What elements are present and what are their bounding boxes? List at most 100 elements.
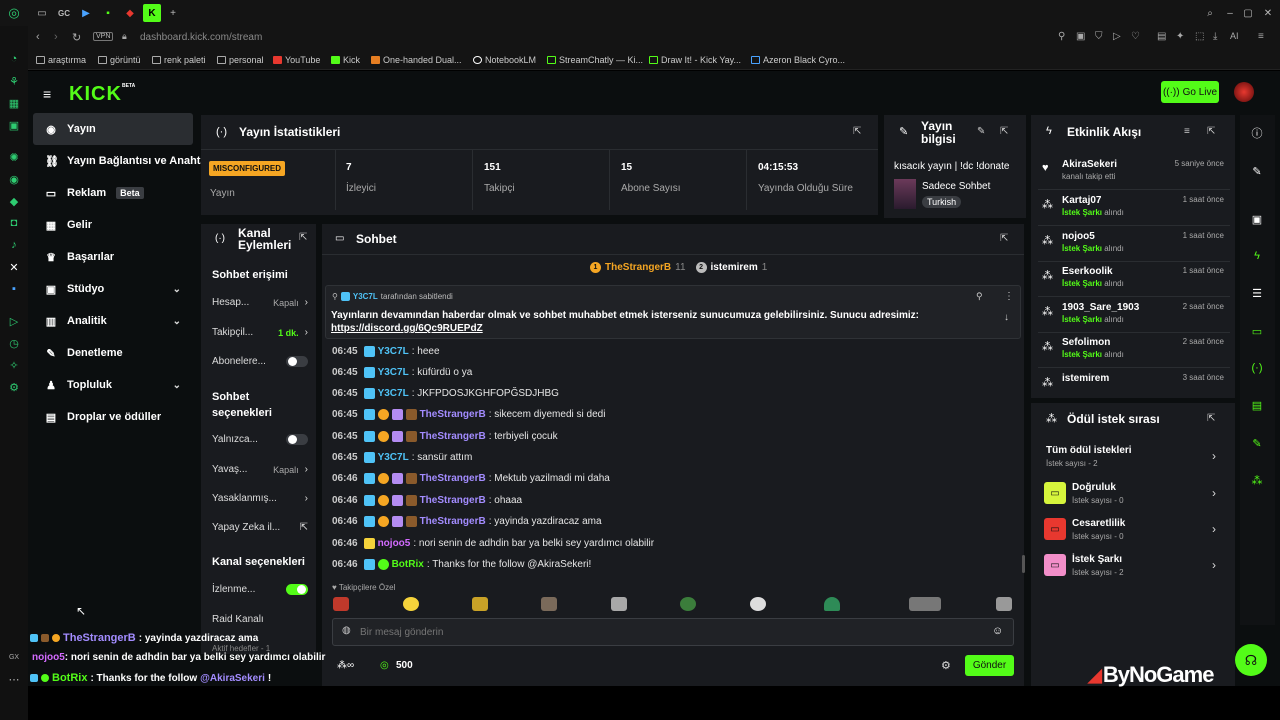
reload-icon[interactable]: ↻: [72, 31, 81, 44]
more-options-icon[interactable]: ⋮: [1004, 291, 1014, 302]
search-tabs-icon[interactable]: ⌕: [1202, 5, 1218, 21]
nav-stream-key[interactable]: ⛓ Yayın Bağlantısı ve Anahtar: [33, 145, 203, 177]
emote[interactable]: [611, 597, 627, 611]
emote[interactable]: [750, 597, 766, 611]
extensions-side-icon[interactable]: ✧: [7, 358, 21, 372]
popout-icon[interactable]: ⇱: [1207, 413, 1215, 424]
bookmark-renk-paleti[interactable]: renk paleti: [152, 55, 206, 65]
event-user[interactable]: Eserkoolik: [1062, 266, 1113, 277]
msg-user[interactable]: TheStrangerB: [420, 495, 486, 506]
bookmark-goruntu[interactable]: görüntü: [98, 55, 141, 65]
play-icon[interactable]: ▷: [1113, 31, 1121, 42]
emote[interactable]: [824, 597, 840, 611]
event-user[interactable]: istemirem: [1062, 373, 1109, 384]
tab-gc[interactable]: GC: [56, 5, 72, 21]
msg-user[interactable]: BotRix: [392, 559, 424, 570]
event-user[interactable]: Kartaj07: [1062, 195, 1101, 206]
whatsapp-icon[interactable]: ◉: [7, 172, 21, 186]
top2-name[interactable]: istemirem: [711, 262, 758, 273]
hamburger-menu-icon[interactable]: ≡: [43, 86, 51, 102]
badge-picker-icon[interactable]: ◍: [342, 625, 351, 636]
msg-user[interactable]: nojoo5: [378, 538, 411, 549]
chatgpt-icon[interactable]: ✺: [7, 150, 21, 164]
nav-denetleme[interactable]: ✎ Denetleme: [33, 337, 193, 369]
maximize-icon[interactable]: ▢: [1240, 5, 1256, 21]
emote[interactable]: [996, 597, 1012, 611]
tab-play-icon[interactable]: ▶: [78, 5, 94, 21]
reward-row[interactable]: ▭ Doğruluk İstek sayısı - 0 ›: [1044, 480, 1224, 512]
msg-user[interactable]: Y3C7L: [378, 346, 409, 357]
bookmark-personal[interactable]: personal: [217, 55, 264, 65]
community-icon[interactable]: ⁂∞: [337, 660, 354, 671]
support-icon[interactable]: ☊: [1235, 644, 1267, 676]
stream-info-icon[interactable]: ▤: [1246, 394, 1268, 416]
event-user[interactable]: nojoo5: [1062, 231, 1095, 242]
discord-icon[interactable]: ◆: [7, 194, 21, 208]
tiktok-icon[interactable]: ♪: [7, 238, 21, 252]
pinned-by-user[interactable]: Y3C7L: [353, 292, 378, 301]
emote[interactable]: [472, 597, 488, 611]
chat-scrollbar[interactable]: [1022, 555, 1025, 573]
info-icon[interactable]: ⓘ: [1246, 122, 1268, 144]
subs-only-toggle[interactable]: [286, 356, 308, 367]
bookmark-one-handed[interactable]: One-handed Dual...: [371, 55, 462, 65]
snapshot-icon[interactable]: ▣: [1076, 31, 1085, 42]
msg-user[interactable]: TheStrangerB: [420, 473, 486, 484]
msg-user[interactable]: Y3C7L: [378, 367, 409, 378]
emote[interactable]: [333, 597, 349, 611]
bookmark-azeron[interactable]: Azeron Black Cyro...: [751, 55, 845, 65]
event-user[interactable]: 1903_Sare_1903: [1062, 302, 1139, 313]
tab-stats-icon[interactable]: ▪: [100, 5, 116, 21]
close-window-icon[interactable]: ✕: [1260, 5, 1276, 21]
emote-only-row[interactable]: Yalnızca...: [212, 434, 308, 445]
nav-gelir[interactable]: ▦ Gelir: [33, 209, 193, 241]
go-live-button[interactable]: ((·)) Go Live: [1161, 81, 1219, 103]
event-user[interactable]: AkiraSekeri: [1062, 159, 1117, 170]
slow-mode-row[interactable]: Yavaş... Kapalı ›: [212, 464, 308, 475]
discord-link[interactable]: https://discord.gg/6Qc9RUEPdZ: [331, 323, 483, 334]
tab-kick-icon[interactable]: K: [143, 4, 161, 22]
unpin-icon[interactable]: ⚲: [976, 291, 983, 302]
collapse-arrow-icon[interactable]: ↓: [1004, 312, 1009, 323]
bookmark-draw-it[interactable]: Draw It! - Kick Yay...: [649, 55, 741, 65]
forward-icon[interactable]: ›: [54, 31, 58, 43]
nav-reklam[interactable]: ▭ Reklam Beta: [33, 177, 193, 209]
tab-game-icon[interactable]: ◆: [122, 5, 138, 21]
filter-icon[interactable]: ≡: [1184, 126, 1190, 137]
instagram-icon[interactable]: ◘: [7, 216, 21, 230]
ai-moderation-row[interactable]: Yapay Zeka il... ⇱: [212, 522, 308, 533]
nav-yayin[interactable]: ◉ Yayın: [33, 113, 193, 145]
bookmark-youtube[interactable]: YouTube: [273, 55, 320, 65]
url-field[interactable]: dashboard.kick.com/stream: [140, 32, 262, 43]
bluesky-icon[interactable]: ▪: [7, 282, 21, 296]
share-icon[interactable]: ⬚: [1195, 31, 1204, 42]
player-icon[interactable]: ▷: [7, 314, 21, 328]
msg-user[interactable]: Y3C7L: [378, 388, 409, 399]
chat-icon[interactable]: ▭: [1246, 320, 1268, 342]
edit-icon[interactable]: ✎: [1246, 160, 1268, 182]
avatar[interactable]: [1234, 82, 1254, 102]
top1-name[interactable]: TheStrangerB: [605, 262, 671, 273]
emote[interactable]: [403, 597, 419, 611]
chat-input[interactable]: [360, 624, 960, 640]
settings-gear-icon[interactable]: ⚙: [941, 659, 951, 672]
popout-icon[interactable]: ⇱: [299, 232, 307, 243]
extensions-icon[interactable]: ✦: [1176, 31, 1184, 42]
subs-only-row[interactable]: Abonelere...: [212, 356, 308, 367]
popout-icon[interactable]: ⇱: [1000, 126, 1008, 137]
watch-toggle[interactable]: [286, 584, 308, 595]
lightning-icon[interactable]: ϟ: [1246, 245, 1268, 267]
raid-row[interactable]: Raid Kanalı: [212, 614, 308, 625]
nav-droplar[interactable]: ▤ Droplar ve ödüller: [33, 401, 193, 433]
reward-row[interactable]: ▭ İstek Şarkı İstek sayısı - 2 ›: [1044, 552, 1224, 584]
reward-icon[interactable]: ⁂: [1246, 469, 1268, 491]
bookmark-kick[interactable]: Kick: [331, 55, 360, 65]
emoji-icon[interactable]: ☺: [992, 625, 1003, 637]
minimize-icon[interactable]: –: [1222, 5, 1238, 21]
account-age-row[interactable]: Hesap... Kapalı ›: [212, 297, 308, 308]
emote[interactable]: [909, 597, 941, 611]
shield-icon[interactable]: ⛉: [1095, 31, 1103, 42]
popout-icon[interactable]: ⇱: [1000, 233, 1008, 244]
msg-user[interactable]: TheStrangerB: [420, 516, 486, 527]
watch-row[interactable]: İzlenme...: [212, 584, 308, 595]
